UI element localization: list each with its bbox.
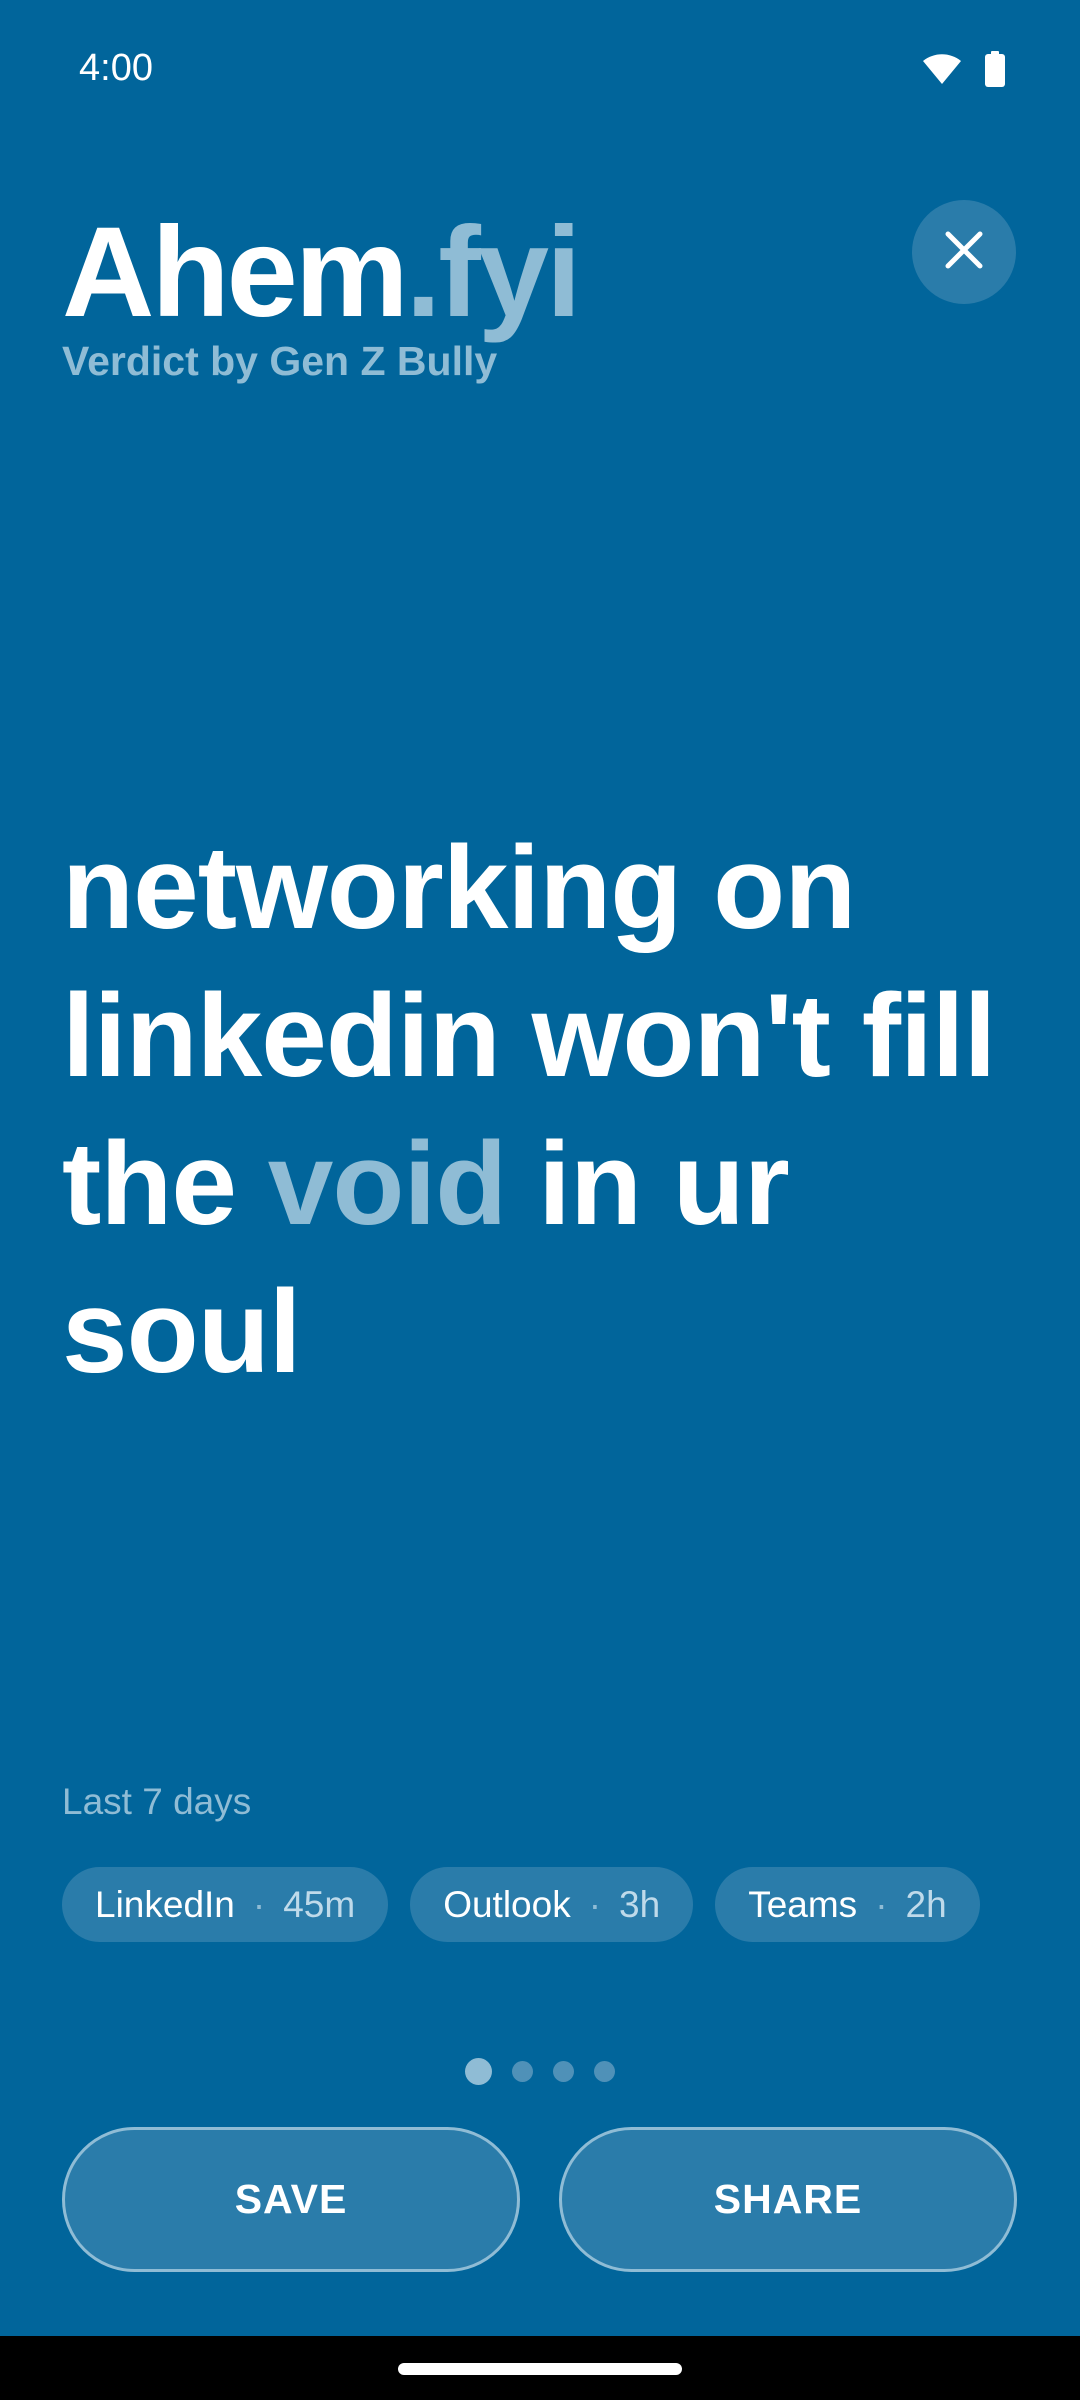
chip-time: 3h bbox=[619, 1883, 661, 1925]
status-time: 4:00 bbox=[79, 47, 153, 89]
chip-separator: · bbox=[588, 1883, 602, 1925]
save-button[interactable]: SAVE bbox=[62, 2127, 520, 2272]
wifi-icon bbox=[922, 53, 962, 85]
page-dot-2[interactable] bbox=[512, 2060, 533, 2082]
usage-period-label: Last 7 days bbox=[62, 1781, 252, 1822]
chip-time: 45m bbox=[283, 1883, 356, 1925]
usage-chip-outlook[interactable]: Outlook · 3h bbox=[410, 1867, 694, 1942]
verdict-highlight-word: void bbox=[267, 1118, 508, 1250]
header: Ahem.fyi Verdict by Gen Z Bully bbox=[62, 200, 582, 386]
status-bar: 4:00 bbox=[0, 0, 1080, 134]
action-buttons: SAVE SHARE bbox=[62, 2127, 1017, 2272]
page-dot-1[interactable] bbox=[465, 2057, 492, 2085]
verdict-text: networking on linkedin won't fill the vo… bbox=[62, 814, 1022, 1406]
usage-chip-teams[interactable]: Teams · 2h bbox=[715, 1867, 980, 1942]
chip-app-name: Teams bbox=[748, 1883, 858, 1925]
status-icons bbox=[922, 50, 1006, 88]
battery-icon bbox=[984, 51, 1006, 87]
chip-app-name: Outlook bbox=[443, 1883, 571, 1925]
usage-chips: LinkedIn · 45m Outlook · 3h Teams · 2h bbox=[62, 1867, 980, 1942]
chip-app-name: LinkedIn bbox=[95, 1883, 235, 1925]
brand-name: Ahem bbox=[62, 201, 409, 344]
close-icon bbox=[944, 230, 984, 275]
chip-separator: · bbox=[252, 1883, 266, 1925]
brand-suffix: .fyi bbox=[405, 201, 582, 344]
chip-separator: · bbox=[875, 1883, 888, 1925]
brand-logo: Ahem.fyi bbox=[62, 200, 582, 346]
chip-time: 2h bbox=[905, 1883, 947, 1925]
share-button[interactable]: SHARE bbox=[559, 2127, 1017, 2272]
usage-chip-linkedin[interactable]: LinkedIn · 45m bbox=[62, 1867, 389, 1942]
page-indicator bbox=[0, 2056, 1080, 2086]
home-indicator[interactable] bbox=[398, 2363, 682, 2375]
close-button[interactable] bbox=[912, 200, 1016, 304]
page-dot-4[interactable] bbox=[594, 2060, 615, 2082]
page-dot-3[interactable] bbox=[553, 2060, 574, 2082]
